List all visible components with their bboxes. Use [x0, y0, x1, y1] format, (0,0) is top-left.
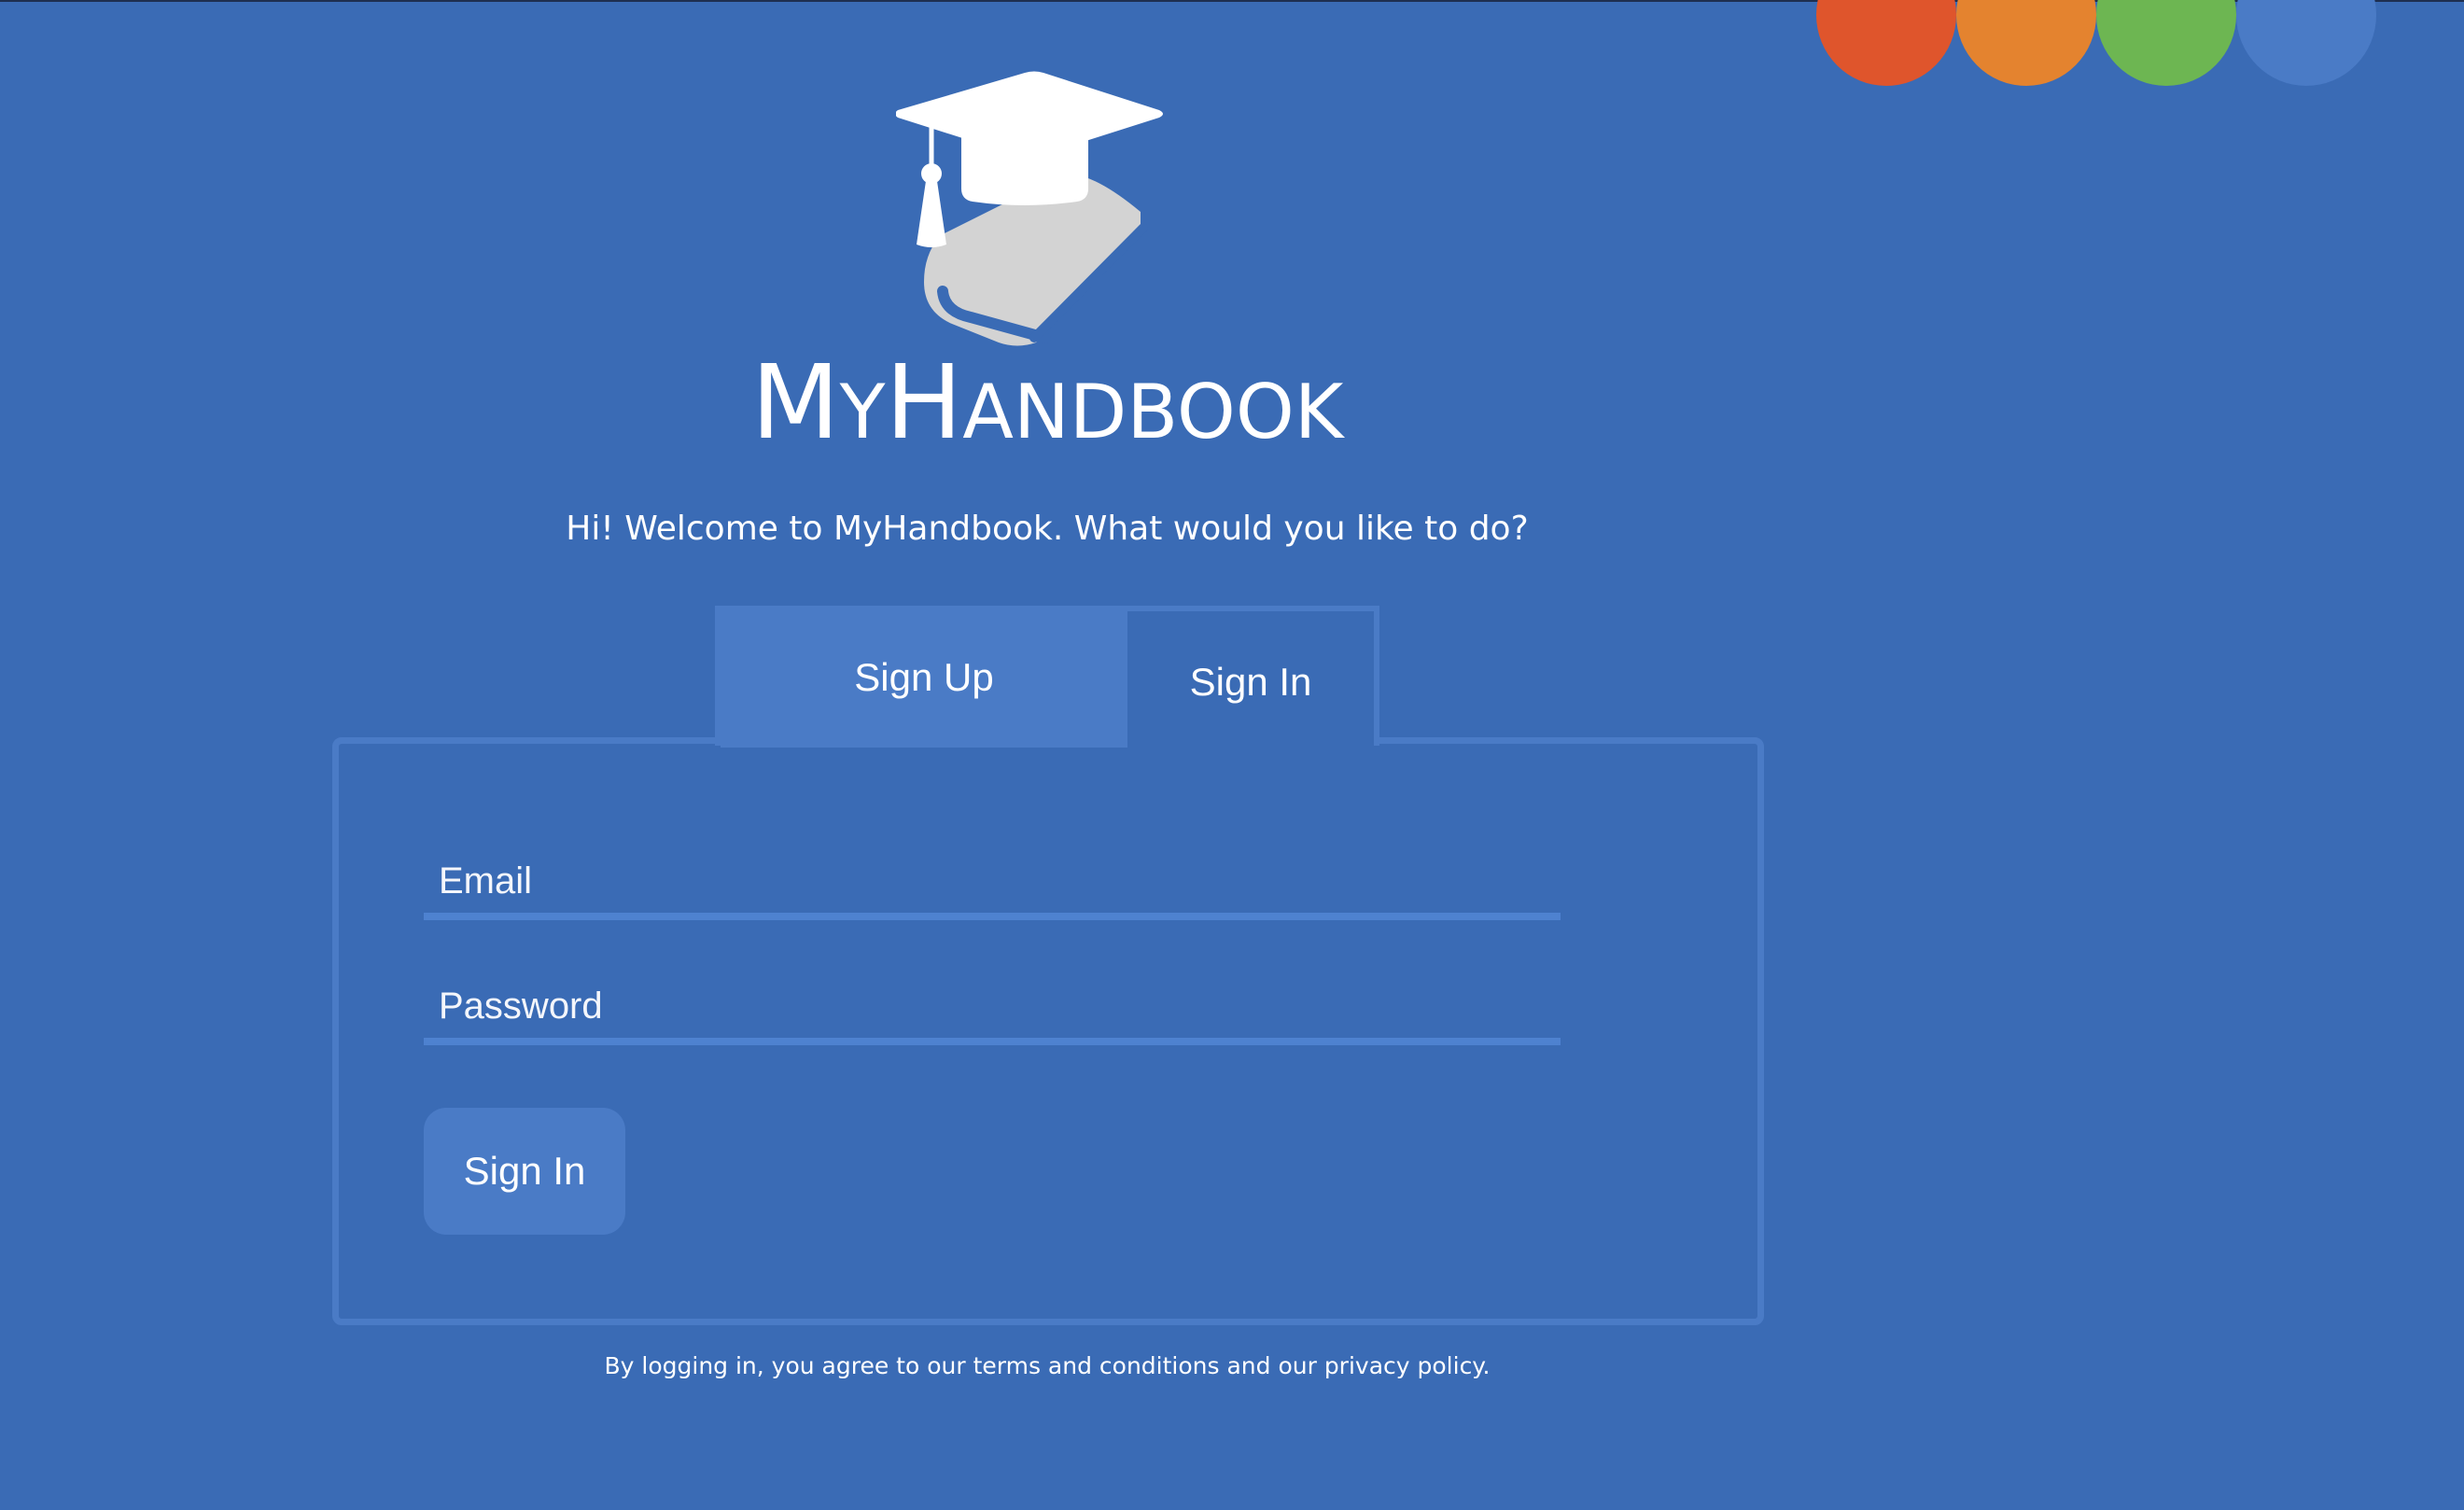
tab-sign-in[interactable]: Sign In — [1127, 611, 1374, 748]
dot-blue — [2236, 0, 2376, 86]
dot-orange — [1956, 0, 2096, 86]
logo-part: M — [750, 343, 840, 462]
graduation-cap-book-icon — [896, 71, 1163, 346]
welcome-message: Hi! Welcome to MyHandbook. What would yo… — [566, 510, 1529, 548]
password-input[interactable] — [424, 974, 1561, 1038]
sign-in-button[interactable]: Sign In — [424, 1108, 625, 1235]
logo-part: H — [885, 343, 963, 462]
terms-notice: By logging in, you agree to our terms an… — [604, 1352, 1491, 1379]
email-input[interactable] — [424, 849, 1561, 913]
app-logo-text: MYHANDBOOK — [0, 351, 2094, 454]
email-field — [424, 849, 1561, 920]
dot-red — [1816, 0, 1956, 86]
tab-sign-up[interactable]: Sign Up — [721, 611, 1127, 748]
auth-tabs: Sign Up Sign In — [715, 606, 1379, 748]
logo-part: Y — [839, 369, 886, 455]
dot-green — [2096, 0, 2236, 86]
password-field — [424, 974, 1561, 1045]
decorative-dots — [0, 0, 2464, 93]
logo-part: ANDBOOK — [962, 369, 1344, 455]
